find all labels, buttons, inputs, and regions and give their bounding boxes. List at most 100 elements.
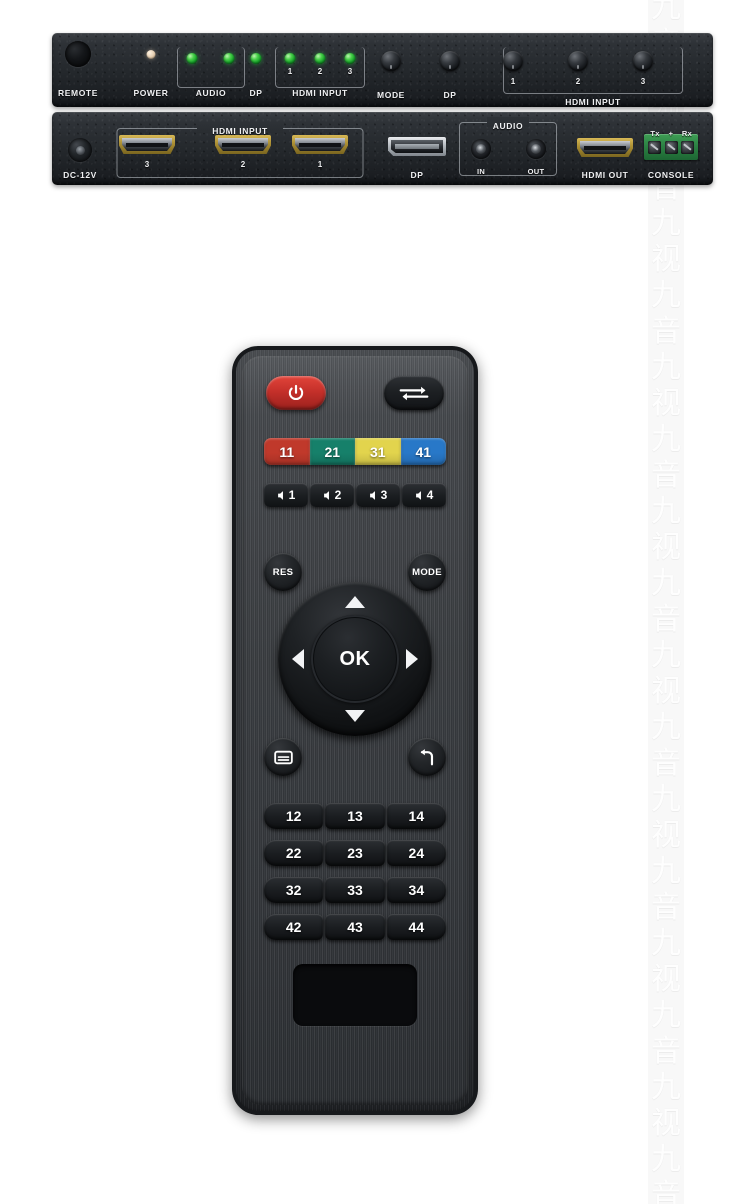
label-rear-dp: DP <box>410 170 424 180</box>
audio-group-bracket <box>177 47 245 88</box>
watermark-char: 音 <box>651 1178 681 1204</box>
mode-button[interactable]: MODE <box>408 553 446 591</box>
mute-button-3[interactable]: 3 <box>356 483 400 507</box>
back-button[interactable] <box>408 738 446 776</box>
number-button-label: 34 <box>408 882 425 898</box>
watermark-char: 九 <box>651 278 681 313</box>
watermark-char: 九 <box>651 998 681 1033</box>
watermark-char: 九 <box>651 494 681 529</box>
number-button-34[interactable]: 34 <box>386 877 446 903</box>
number-button-label: 42 <box>285 919 302 935</box>
hdmi-input-led-3 <box>344 53 356 64</box>
power-indicator-lamp <box>146 50 156 59</box>
number-row-3[interactable]: 32 33 34 <box>264 877 446 903</box>
watermark-char: 九 <box>651 710 681 745</box>
number-button-label: 43 <box>347 919 363 935</box>
number-button-43[interactable]: 43 <box>325 914 385 940</box>
hdmi-input-3-knob-button[interactable] <box>633 51 653 71</box>
speaker-icon <box>415 490 421 500</box>
number-button-44[interactable]: 44 <box>386 914 446 940</box>
dc-12v-power-jack <box>68 138 92 162</box>
mode-knob-button[interactable] <box>381 51 401 71</box>
label-rear-audio: AUDIO <box>492 121 524 131</box>
left-arrow-icon[interactable] <box>292 649 304 669</box>
preset-button-21[interactable]: 21 <box>309 438 355 465</box>
ir-receiver-window <box>65 41 91 67</box>
label-audio-out: OUT <box>527 167 545 176</box>
number-button-33[interactable]: 33 <box>325 877 385 903</box>
preset-button-41[interactable]: 41 <box>400 438 446 465</box>
label-console: CONSOLE <box>647 170 695 180</box>
hdmi-input-port-3 <box>119 135 175 154</box>
preset-color-button-row[interactable]: 11 21 31 41 <box>264 438 446 465</box>
ir-remote-control: 11 21 31 41 1234 RES MODE OK 12 13 14 22… <box>232 346 478 1115</box>
watermark-char: 视 <box>651 242 681 277</box>
led-number-3: 3 <box>347 67 353 76</box>
hdmi-input-1-knob-button[interactable] <box>503 51 523 71</box>
hdmi-input-2-knob-button[interactable] <box>568 51 588 71</box>
label-tx: Tx <box>650 129 660 138</box>
watermark-char: 音 <box>651 746 681 781</box>
label-rear-hdmi-input: HDMI INPUT <box>212 126 268 136</box>
number-button-12[interactable]: 12 <box>264 803 324 829</box>
dpad-navigation[interactable]: OK <box>278 582 432 736</box>
mute-button-row[interactable]: 1 2 3 4 <box>264 483 446 507</box>
number-button-label: 32 <box>285 882 302 898</box>
label-dc-12v: DC-12V <box>63 170 97 180</box>
up-arrow-icon[interactable] <box>345 596 365 608</box>
number-button-label: 14 <box>408 808 425 824</box>
console-screw-1 <box>647 140 661 154</box>
preset-button-31[interactable]: 31 <box>355 438 401 465</box>
swap-input-button[interactable] <box>384 376 444 410</box>
number-button-24[interactable]: 24 <box>386 840 446 866</box>
watermark-char: 九 <box>651 926 681 961</box>
watermark-char: 九 <box>651 0 681 25</box>
number-button-14[interactable]: 14 <box>386 803 446 829</box>
res-button-label: RES <box>272 566 294 578</box>
res-button[interactable]: RES <box>264 553 302 591</box>
ok-button[interactable]: OK <box>311 615 399 703</box>
number-button-label: 12 <box>285 808 302 824</box>
watermark-char: 音 <box>651 1034 681 1069</box>
label-rx: Rx <box>681 129 693 138</box>
right-arrow-icon[interactable] <box>406 649 418 669</box>
mute-button-4[interactable]: 4 <box>402 483 446 507</box>
rear-hdmi-number-3: 3 <box>144 160 150 169</box>
number-button-label: 13 <box>347 808 363 824</box>
down-arrow-icon[interactable] <box>345 710 365 722</box>
number-row-2[interactable]: 22 23 24 <box>264 840 446 866</box>
preset-button-11[interactable]: 11 <box>264 438 310 465</box>
watermark-char: 视 <box>651 1106 681 1141</box>
ok-button-label: OK <box>339 647 371 670</box>
led-number-1: 1 <box>287 67 293 76</box>
watermark-char: 音 <box>651 314 681 349</box>
number-button-label: 33 <box>347 882 363 898</box>
menu-icon <box>273 750 293 764</box>
mute-button-1[interactable]: 1 <box>264 483 308 507</box>
number-row-4[interactable]: 42 43 44 <box>264 914 446 940</box>
remote-face-surface: 11 21 31 41 1234 RES MODE OK 12 13 14 22… <box>242 356 468 1105</box>
power-button[interactable] <box>266 376 326 410</box>
label-dp-knob: DP <box>443 90 457 100</box>
mode-button-label: MODE <box>412 566 442 578</box>
number-row-1[interactable]: 12 13 14 <box>264 803 446 829</box>
mute-button-label: 2 <box>334 488 342 502</box>
number-button-13[interactable]: 13 <box>325 803 385 829</box>
label-audio: AUDIO <box>195 88 227 98</box>
mute-button-label: 3 <box>380 488 388 502</box>
watermark-char: 九 <box>651 350 681 385</box>
number-button-32[interactable]: 32 <box>264 877 324 903</box>
number-button-label: 22 <box>285 845 302 861</box>
number-button-label: 24 <box>408 845 425 861</box>
watermark-char: 九 <box>651 638 681 673</box>
watermark-char: 九 <box>651 782 681 817</box>
number-button-42[interactable]: 42 <box>264 914 324 940</box>
number-button-22[interactable]: 22 <box>264 840 324 866</box>
mute-button-2[interactable]: 2 <box>310 483 354 507</box>
watermark-char: 九 <box>651 422 681 457</box>
label-hdmi-input: HDMI INPUT <box>292 88 348 98</box>
dp-knob-button[interactable] <box>440 51 460 71</box>
menu-button[interactable] <box>264 738 302 776</box>
label-power: POWER <box>133 88 169 98</box>
number-button-23[interactable]: 23 <box>325 840 385 866</box>
